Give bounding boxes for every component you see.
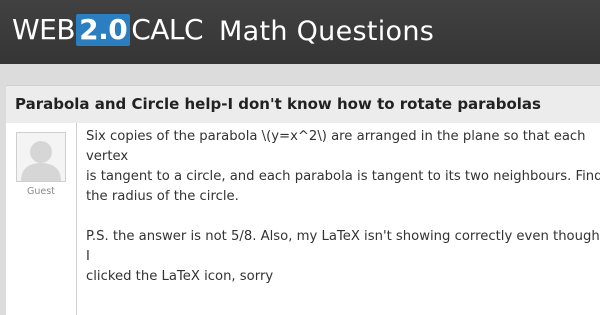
site-logo[interactable]: WEB 2.0 CALC [12,13,204,46]
logo-version-badge: 2.0 [76,14,131,46]
post-container: Guest Six copies of the parabola \(y=x^2… [6,123,600,315]
post-paragraph-1: Six copies of the parabola \(y=x^2\) are… [86,129,600,204]
logo-web-text: WEB [12,13,76,46]
post-body: Six copies of the parabola \(y=x^2\) are… [86,127,600,307]
site-title[interactable]: Math Questions [219,16,434,47]
post-author-name: Guest [27,186,55,197]
post-paragraph-2: P.S. the answer is not 5/8. Also, my LaT… [86,229,600,284]
site-header: WEB 2.0 CALC Math Questions [0,0,600,64]
question-title-bar: Parabola and Circle help-I don't know ho… [6,85,600,124]
post-author-column: Guest [6,123,77,315]
question-title: Parabola and Circle help-I don't know ho… [15,95,541,113]
user-avatar-icon [16,132,66,182]
logo-calc-text: CALC [131,13,204,46]
